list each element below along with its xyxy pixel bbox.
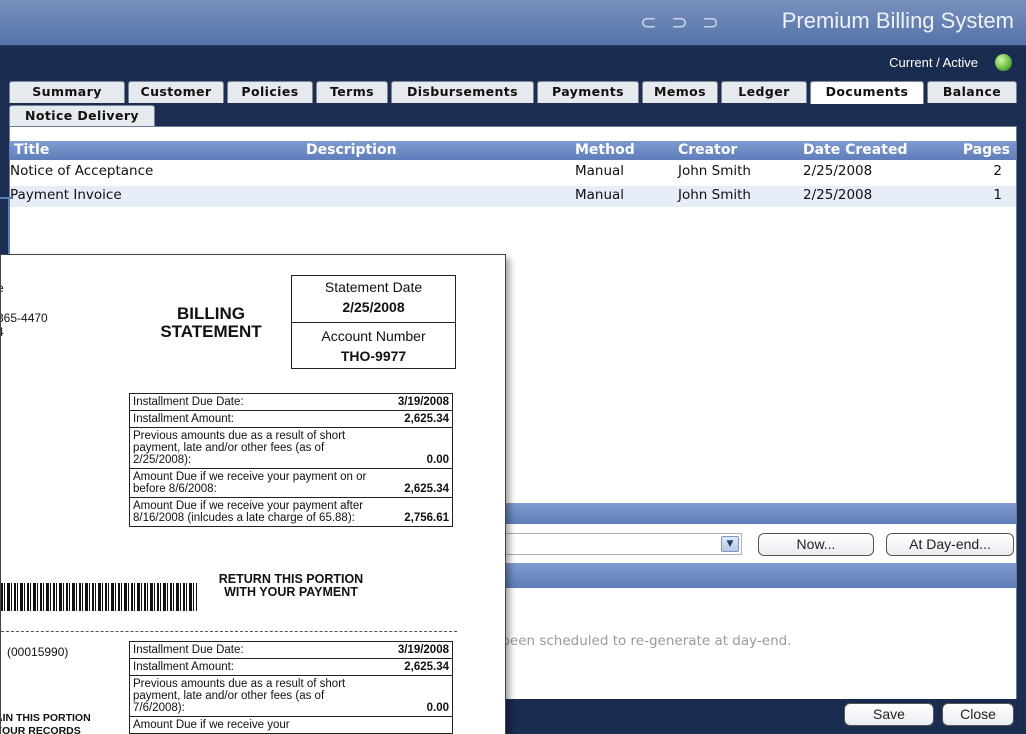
account-status: Current / Active bbox=[889, 55, 978, 70]
statement-heading-line: STATEMENT bbox=[160, 322, 262, 341]
installment-row-label: Installment Amount: bbox=[133, 661, 234, 673]
statement-heading-line: BILLING bbox=[177, 304, 245, 323]
return-portion-label: RETURN THIS PORTION WITH YOUR PAYMENT bbox=[206, 573, 376, 599]
return-portion-line: WITH YOUR PAYMENT bbox=[224, 585, 358, 599]
statement-address-fragment: 4 bbox=[1, 325, 4, 339]
statement-date: 2/25/2008 bbox=[342, 299, 405, 315]
installment-row: Installment Due Date: 3/19/2008 bbox=[130, 394, 452, 411]
installment-row: Previous amounts due as a result of shor… bbox=[130, 676, 452, 717]
document-connector-line bbox=[8, 199, 9, 259]
document-connector-line bbox=[0, 197, 12, 199]
installment-row: Installment Amount: 2,625.34 bbox=[130, 659, 452, 676]
row-pages: 1 bbox=[993, 187, 1002, 203]
installment-row-label: Previous amounts due as a result of shor… bbox=[133, 678, 346, 714]
installment-row-amount: 0.00 bbox=[426, 454, 449, 466]
now-button[interactable]: Now... bbox=[758, 533, 874, 556]
installment-table: Installment Due Date: 3/19/2008 Installme… bbox=[129, 641, 453, 734]
table-row[interactable]: Payment Invoice Manual John Smith 2/25/2… bbox=[10, 186, 1016, 207]
statement-preview: e 365-4470 4 BILLING STATEMENT Statement… bbox=[0, 254, 506, 734]
installment-row: Amount Due if we receive your payment af… bbox=[130, 498, 452, 526]
barcode-icon bbox=[1, 583, 197, 611]
status-bar: Current / Active bbox=[0, 45, 1026, 78]
close-button[interactable]: Close bbox=[942, 703, 1014, 726]
tab-disbursements[interactable]: Disbursements bbox=[391, 81, 534, 103]
row-creator: John Smith bbox=[678, 187, 751, 203]
tab-summary[interactable]: Summary bbox=[9, 81, 125, 103]
account-number-label: Account Number bbox=[321, 328, 426, 344]
installment-row-amount: 2,756.61 bbox=[404, 512, 449, 524]
statement-date-label: Statement Date bbox=[324, 279, 423, 295]
installment-row-label: Amount Due if we receive your payment af… bbox=[133, 500, 364, 524]
retain-portion-line: AIN THIS PORTION bbox=[0, 712, 91, 724]
tab-terms[interactable]: Terms bbox=[316, 81, 388, 103]
row-date: 2/25/2008 bbox=[803, 163, 873, 179]
column-date-created[interactable]: Date Created bbox=[803, 142, 907, 158]
row-date: 2/25/2008 bbox=[803, 187, 873, 203]
row-method: Manual bbox=[575, 163, 625, 179]
tab-policies[interactable]: Policies bbox=[227, 81, 313, 103]
installment-row-amount: 2,625.34 bbox=[404, 661, 449, 673]
installment-row-amount: 2,625.34 bbox=[404, 413, 449, 425]
tab-ledger[interactable]: Ledger bbox=[721, 81, 807, 103]
row-method: Manual bbox=[575, 187, 625, 203]
save-button[interactable]: Save bbox=[844, 703, 934, 726]
installment-row: Amount Due if we receive your bbox=[130, 717, 452, 733]
app-title: Premium Billing System bbox=[781, 8, 1014, 33]
column-pages[interactable]: Pages bbox=[963, 142, 1010, 158]
installment-row-amount: 2,625.34 bbox=[404, 483, 449, 495]
retain-portion-label: AIN THIS PORTION YOUR RECORDS bbox=[0, 712, 91, 734]
installment-row: Installment Amount: 2,625.34 bbox=[130, 411, 452, 428]
installment-row-amount: 3/19/2008 bbox=[397, 396, 449, 408]
table-row[interactable]: Notice of Acceptance Manual John Smith 2… bbox=[10, 162, 1016, 183]
installment-row-label: Amount Due if we receive your payment on… bbox=[133, 471, 367, 495]
statement-info-box: Statement Date 2/25/2008 Account Number … bbox=[291, 275, 456, 369]
row-pages: 2 bbox=[993, 163, 1002, 179]
tear-line bbox=[1, 631, 457, 632]
column-method[interactable]: Method bbox=[575, 142, 635, 158]
installment-row: Amount Due if we receive your payment on… bbox=[130, 469, 452, 498]
chevron-down-icon[interactable]: ▼ bbox=[721, 536, 739, 552]
statement-phone-fragment: 365-4470 bbox=[0, 311, 48, 325]
retain-portion-line: YOUR RECORDS bbox=[0, 725, 81, 734]
column-title[interactable]: Title bbox=[14, 142, 49, 158]
statement-heading: BILLING STATEMENT bbox=[151, 305, 271, 341]
installment-table: Installment Due Date: 3/19/2008 Installme… bbox=[129, 393, 453, 527]
column-description[interactable]: Description bbox=[306, 142, 397, 158]
tab-customer[interactable]: Customer bbox=[128, 81, 224, 103]
divider bbox=[292, 322, 455, 323]
row-title: Payment Invoice bbox=[10, 187, 122, 203]
row-title: Notice of Acceptance bbox=[10, 163, 154, 179]
grid-header: Title Description Method Creator Date Cr… bbox=[10, 141, 1016, 160]
tab-documents[interactable]: Documents bbox=[810, 81, 924, 104]
tab-payments[interactable]: Payments bbox=[537, 81, 639, 103]
tab-notice-delivery[interactable]: Notice Delivery bbox=[9, 105, 155, 127]
row-creator: John Smith bbox=[678, 163, 751, 179]
installment-row-amount: 0.00 bbox=[426, 702, 449, 714]
installment-row: Installment Due Date: 3/19/2008 bbox=[130, 642, 452, 659]
column-creator[interactable]: Creator bbox=[678, 142, 737, 158]
statement-address-fragment: e bbox=[1, 281, 4, 295]
tab-balance[interactable]: Balance bbox=[927, 81, 1017, 103]
brand-logo-icon: ⊂ ⊃ ⊃ bbox=[640, 10, 723, 34]
installment-row: Previous amounts due as a result of shor… bbox=[130, 428, 452, 469]
tab-memos[interactable]: Memos bbox=[642, 81, 718, 103]
status-indicator-icon bbox=[995, 54, 1012, 71]
installment-row-label: Previous amounts due as a result of shor… bbox=[133, 430, 346, 466]
reference-code: (00015990) bbox=[7, 645, 69, 659]
installment-row-label: Installment Amount: bbox=[133, 413, 234, 425]
schedule-message: s been scheduled to re-generate at day-e… bbox=[490, 633, 792, 649]
day-end-button[interactable]: At Day-end... bbox=[886, 533, 1014, 556]
app-header: ⊂ ⊃ ⊃ Premium Billing System bbox=[0, 0, 1026, 45]
installment-row-amount: 3/19/2008 bbox=[397, 644, 449, 656]
installment-row-label: Amount Due if we receive your bbox=[133, 719, 290, 731]
account-number: THO-9977 bbox=[340, 348, 407, 364]
